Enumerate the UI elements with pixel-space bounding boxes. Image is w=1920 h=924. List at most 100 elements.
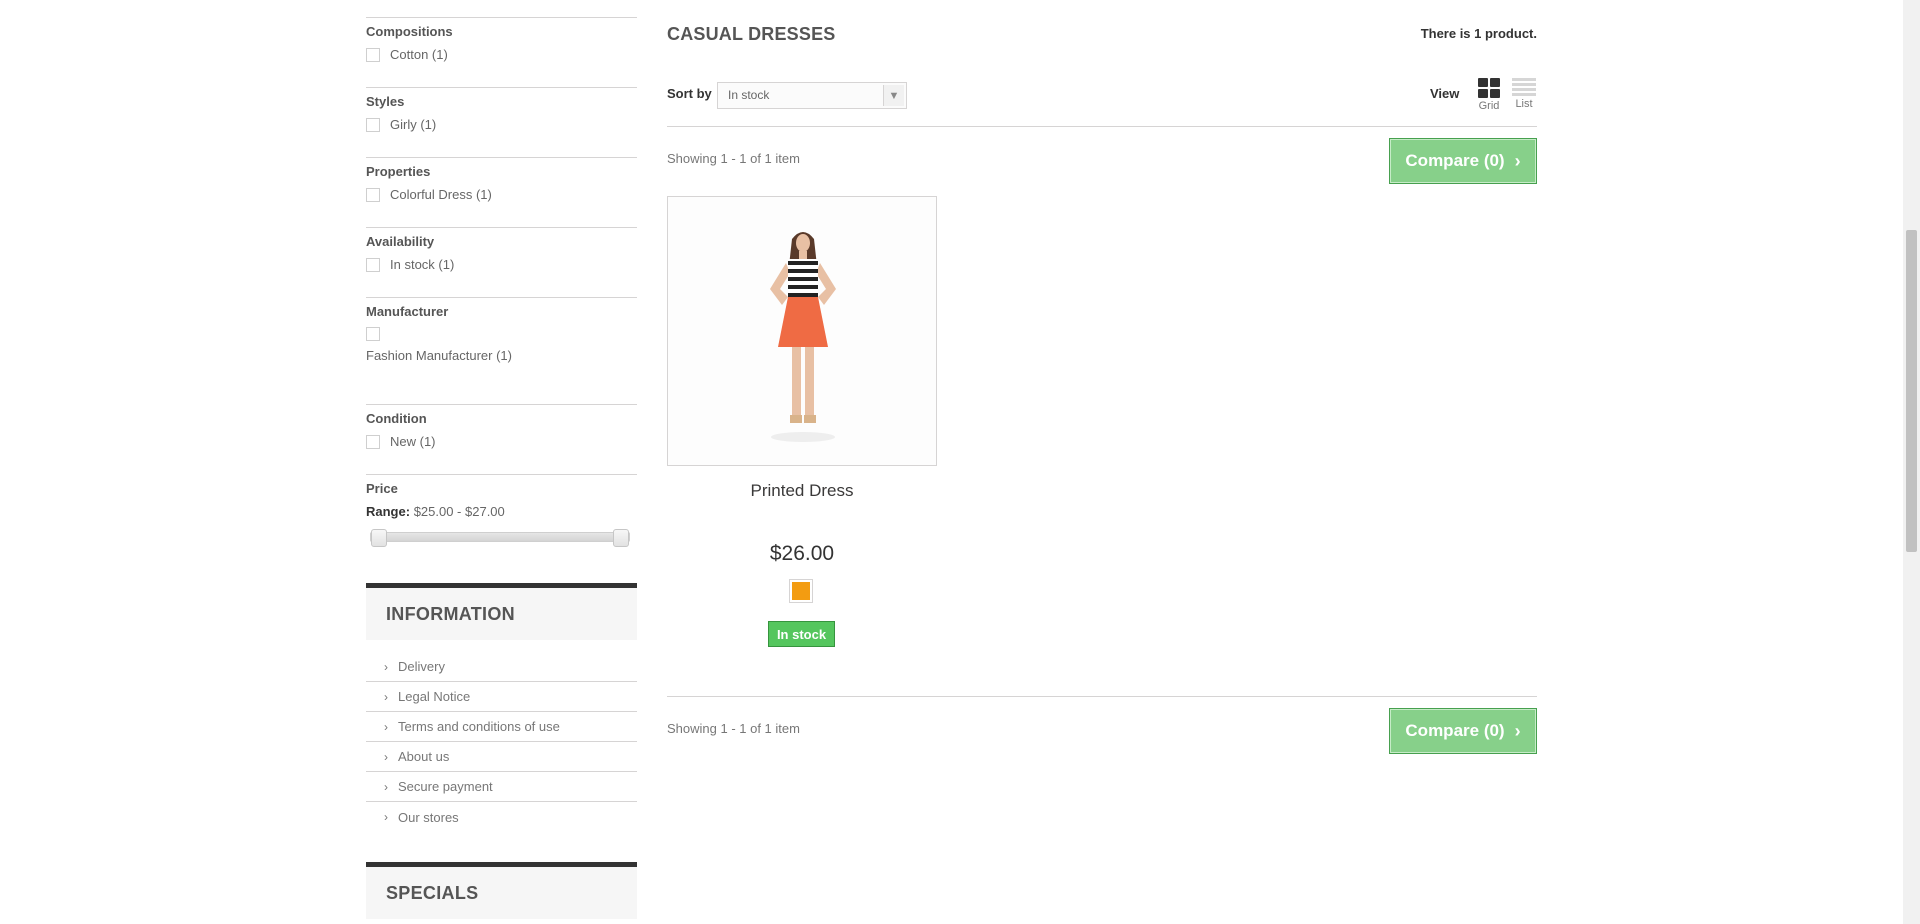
color-swatch[interactable] [789, 579, 813, 603]
filter-option-new[interactable]: New (1) [366, 434, 637, 450]
checkbox[interactable] [366, 48, 380, 62]
chevron-right-icon: › [384, 749, 388, 764]
filter-option-colorful-dress[interactable]: Colorful Dress (1) [366, 187, 637, 203]
price-range-slider[interactable] [370, 529, 630, 547]
pagination-summary: Showing 1 - 1 of 1 item [667, 151, 800, 166]
view-list-button[interactable]: List [1509, 78, 1539, 110]
info-link-legal-notice[interactable]: › Legal Notice [366, 682, 637, 712]
price-range: Range: $25.00 - $27.00 [366, 504, 637, 519]
information-title: INFORMATION [386, 604, 515, 624]
filter-title: Condition [366, 411, 427, 426]
filter-option-fashion-manufacturer[interactable] [366, 327, 637, 341]
info-link-label[interactable]: Terms and conditions of use [398, 719, 560, 734]
information-links: › Delivery › Legal Notice › Terms and co… [366, 652, 637, 832]
filter-title: Styles [366, 94, 405, 109]
filter-price: Price Range: $25.00 - $27.00 [366, 481, 637, 519]
filter-condition: Condition New (1) [366, 411, 637, 450]
info-link-about-us[interactable]: › About us [366, 742, 637, 772]
filter-title: Properties [366, 164, 431, 179]
filter-divider [366, 157, 637, 158]
view-grid-label: Grid [1478, 100, 1500, 112]
filter-title: Manufacturer [366, 304, 449, 319]
slider-handle-min[interactable] [371, 529, 387, 547]
compare-button-label: Compare (0) [1405, 721, 1505, 740]
filter-option-label: Cotton (1) [390, 47, 448, 62]
view-label: View [1430, 86, 1460, 101]
info-link-delivery[interactable]: › Delivery [366, 652, 637, 682]
product-image[interactable] [667, 196, 937, 466]
scrollbar-thumb[interactable] [1906, 230, 1917, 552]
list-view-icon [1512, 78, 1536, 96]
compare-button-label: Compare (0) [1405, 151, 1505, 170]
toolbar-divider [667, 126, 1537, 127]
compare-button[interactable]: Compare (0) › [1389, 138, 1537, 184]
specials-block-header: SPECIALS [366, 862, 637, 919]
price-range-label: Range: [366, 504, 411, 519]
filter-option-label: Colorful Dress (1) [390, 187, 492, 202]
product-price: $26.00 [769, 542, 835, 565]
checkbox[interactable] [366, 327, 380, 341]
filter-divider [366, 404, 637, 405]
filter-manufacturer: Manufacturer Fashion Manufacturer (1) [366, 304, 637, 365]
chevron-right-icon: › [384, 810, 388, 824]
sort-select[interactable]: In stock ▼ [717, 82, 907, 109]
filter-option-label: Girly (1) [390, 117, 437, 132]
specials-title: SPECIALS [386, 883, 479, 903]
filter-top-divider [366, 17, 637, 18]
checkbox[interactable] [366, 435, 380, 449]
filter-option-in-stock[interactable]: In stock (1) [366, 257, 637, 273]
info-link-label[interactable]: Delivery [398, 659, 445, 674]
filter-option-label[interactable]: Fashion Manufacturer (1) [366, 347, 516, 365]
stock-badge: In stock [768, 621, 835, 647]
chevron-right-icon: › [1514, 720, 1521, 741]
chevron-right-icon: › [384, 719, 388, 734]
info-link-label[interactable]: Our stores [398, 810, 459, 825]
information-block-header: INFORMATION [366, 583, 637, 640]
price-range-value: $25.00 - $27.00 [413, 504, 505, 519]
chevron-down-icon[interactable]: ▼ [883, 85, 904, 106]
filter-availability: Availability In stock (1) [366, 234, 637, 273]
filter-properties: Properties Colorful Dress (1) [366, 164, 637, 203]
product-name[interactable]: Printed Dress [667, 481, 937, 501]
filter-option-cotton[interactable]: Cotton (1) [366, 47, 637, 63]
color-swatch-fill [792, 582, 810, 600]
info-link-secure-payment[interactable]: › Secure payment [366, 772, 637, 802]
sort-by-label: Sort by [667, 86, 712, 101]
filter-divider [366, 297, 637, 298]
checkbox[interactable] [366, 188, 380, 202]
filter-option-label: New (1) [390, 434, 436, 449]
sort-select-value: In stock [728, 88, 770, 102]
compare-button-bottom[interactable]: Compare (0) › [1389, 708, 1537, 754]
filter-title: Compositions [366, 24, 453, 39]
filter-compositions: Compositions Cotton (1) [366, 24, 637, 63]
info-link-our-stores[interactable]: › Our stores [366, 802, 637, 832]
info-link-label[interactable]: Legal Notice [398, 689, 470, 704]
checkbox[interactable] [366, 258, 380, 272]
filter-divider [366, 87, 637, 88]
chevron-right-icon: › [1514, 150, 1521, 171]
filter-title: Availability [366, 234, 435, 249]
filter-divider [366, 227, 637, 228]
chevron-right-icon: › [384, 689, 388, 704]
filter-title: Price [366, 481, 398, 496]
slider-handle-max[interactable] [613, 529, 629, 547]
view-list-label: List [1515, 98, 1533, 110]
view-grid-button[interactable]: Grid [1474, 78, 1504, 112]
bottom-divider [667, 696, 1537, 697]
chevron-right-icon: › [384, 659, 388, 674]
dress-model-image [668, 197, 936, 465]
filter-option-label: In stock (1) [390, 257, 455, 272]
info-link-label[interactable]: About us [398, 749, 449, 764]
filter-option-girly[interactable]: Girly (1) [366, 117, 637, 133]
checkbox[interactable] [366, 118, 380, 132]
filter-divider [366, 474, 637, 475]
product-counter: There is 1 product. [1420, 26, 1537, 41]
filter-styles: Styles Girly (1) [366, 94, 637, 133]
chevron-right-icon: › [384, 779, 388, 794]
grid-view-icon [1478, 78, 1500, 98]
pagination-summary-bottom: Showing 1 - 1 of 1 item [667, 721, 800, 736]
info-link-label[interactable]: Secure payment [398, 779, 493, 794]
info-link-terms[interactable]: › Terms and conditions of use [366, 712, 637, 742]
category-heading: CASUAL DRESSES [667, 24, 836, 44]
page-scrollbar[interactable] [1903, 0, 1920, 924]
